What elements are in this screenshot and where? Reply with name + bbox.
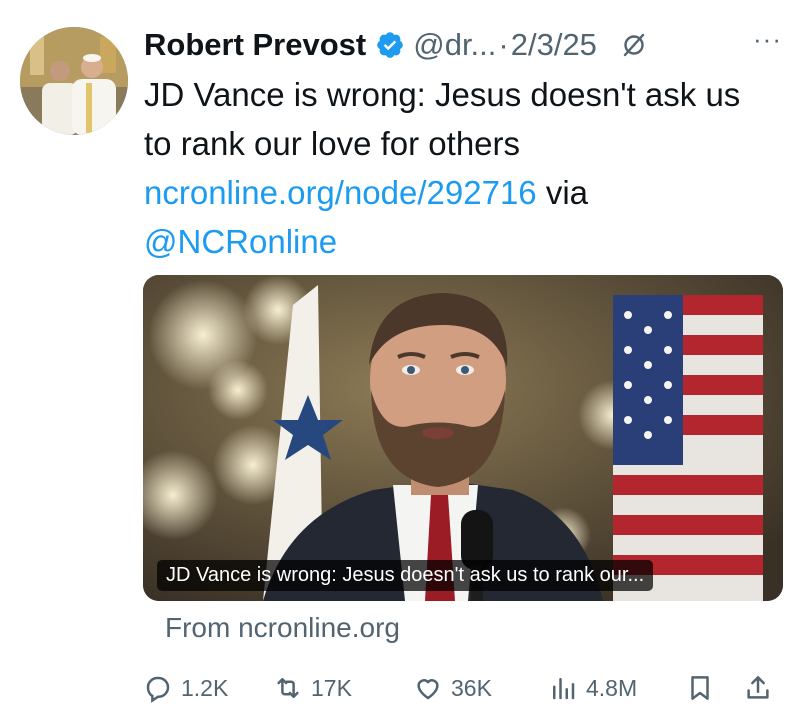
card-caption: JD Vance is wrong: Jesus doesn't ask us … bbox=[157, 560, 654, 591]
author-name[interactable]: Robert Prevost bbox=[144, 27, 366, 63]
reply-button[interactable]: 1.2K bbox=[143, 668, 228, 708]
share-button[interactable] bbox=[743, 668, 781, 708]
views-button[interactable]: 4.8M bbox=[548, 668, 637, 708]
more-options-icon[interactable]: ··· bbox=[753, 24, 782, 67]
action-bar: 1.2K 17K 36K 4.8M bbox=[143, 668, 783, 708]
tweet-link[interactable]: ncronline.org/node/292716 bbox=[144, 174, 537, 211]
grok-icon[interactable] bbox=[621, 32, 647, 58]
avatar-image bbox=[20, 27, 128, 135]
share-icon bbox=[747, 676, 769, 699]
repost-button[interactable]: 17K bbox=[273, 668, 352, 708]
author-handle[interactable]: @dr... bbox=[413, 27, 496, 63]
tweet-date[interactable]: 2/3/25 bbox=[511, 27, 597, 63]
link-card[interactable]: JD Vance is wrong: Jesus doesn't ask us … bbox=[143, 275, 783, 601]
repost-count: 17K bbox=[311, 674, 352, 701]
reply-icon bbox=[146, 676, 170, 703]
verified-badge-icon bbox=[375, 30, 405, 60]
bookmark-button[interactable] bbox=[685, 668, 723, 708]
repost-icon bbox=[277, 678, 299, 698]
tweet-body: JD Vance is wrong: Jesus doesn't ask us … bbox=[144, 76, 741, 162]
tweet-text: JD Vance is wrong: Jesus doesn't ask us … bbox=[144, 70, 774, 266]
card-source[interactable]: From ncronline.org bbox=[165, 612, 400, 644]
mention-link[interactable]: @NCRonline bbox=[144, 223, 337, 260]
card-image bbox=[143, 275, 783, 601]
analytics-icon bbox=[553, 678, 575, 700]
like-button[interactable]: 36K bbox=[413, 668, 492, 708]
like-count: 36K bbox=[451, 674, 492, 701]
author-avatar[interactable] bbox=[20, 27, 128, 135]
heart-icon bbox=[417, 679, 439, 700]
tweet-header: Robert Prevost @dr... · 2/3/25 ··· bbox=[144, 22, 782, 68]
header-separator: · bbox=[498, 27, 509, 62]
bookmark-icon bbox=[691, 676, 709, 700]
view-count: 4.8M bbox=[586, 674, 638, 701]
via-text: via bbox=[536, 174, 589, 211]
reply-count: 1.2K bbox=[181, 674, 229, 701]
